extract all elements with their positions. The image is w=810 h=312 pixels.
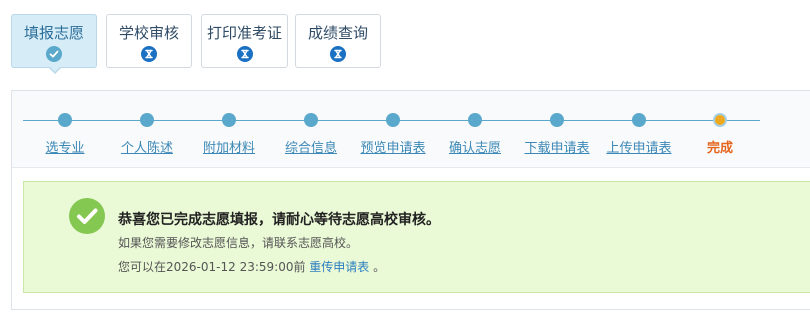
tab-score-query[interactable]: 成绩查询 [295,14,381,68]
hourglass-icon [141,46,157,62]
step-progress: 选专业 个人陈述 附加材料 综合信息 预览申请表 确认志愿 下载申请表 上传申请… [12,91,810,168]
deadline-value: 2026-01-12 23:59:00 [166,260,294,274]
step-dot [304,113,318,127]
step-label: 完成 [706,141,733,156]
contact-note: 如果您需要修改志愿信息，请联系志愿高校。 [118,236,359,250]
step-label: 确认志愿 [448,141,501,156]
step-confirm-choices[interactable]: 确认志愿 [430,91,520,167]
hourglass-icon [236,46,253,62]
deadline-mid: 前 [293,260,310,274]
step-complete: 完成 [675,91,765,167]
step-upload-application[interactable]: 上传申请表 [594,91,684,167]
step-dot [386,113,400,127]
success-message-box: 恭喜您已完成志愿填报，请耐心等待志愿高校审核。 如果您需要修改志愿信息，请联系志… [23,181,810,293]
hourglass-icon [330,46,346,62]
deadline-prefix: 您可以在 [118,260,167,274]
tab-label: 成绩查询 [307,24,368,42]
step-dot [550,113,564,127]
step-dot-current [713,113,727,127]
tab-print-admission-ticket[interactable]: 打印准考证 [201,14,288,68]
deadline-suffix: 。 [369,260,386,274]
step-additional-materials[interactable]: 附加材料 [184,91,274,167]
step-dot [58,113,72,127]
tab-label: 填报志愿 [23,24,84,42]
check-icon [46,46,62,62]
tab-school-review[interactable]: 学校审核 [106,14,192,68]
step-label: 下载申请表 [524,141,590,156]
step-label: 综合信息 [284,141,337,156]
step-label: 上传申请表 [606,141,672,156]
step-label: 选专业 [45,141,85,156]
tab-label: 打印准考证 [206,24,282,42]
step-dot [222,113,236,127]
success-title: 恭喜您已完成志愿填报，请耐心等待志愿高校审核。 [118,212,440,228]
tab-label: 学校审核 [118,24,179,42]
step-dot [468,113,482,127]
step-dot [632,113,646,127]
step-preview-application[interactable]: 预览申请表 [348,91,438,167]
step-personal-statement[interactable]: 个人陈述 [102,91,192,167]
step-label: 预览申请表 [360,141,426,156]
step-label: 个人陈述 [120,141,173,156]
application-panel: 选专业 个人陈述 附加材料 综合信息 预览申请表 确认志愿 下载申请表 上传申请… [11,90,810,310]
step-choose-major[interactable]: 选专业 [20,91,110,167]
step-download-application[interactable]: 下载申请表 [512,91,602,167]
tab-fill-application[interactable]: 填报志愿 [11,14,97,68]
active-tab-pointer [48,66,62,74]
step-general-info[interactable]: 综合信息 [266,91,356,167]
reupload-application-link[interactable]: 重传申请表 [309,260,369,274]
step-dot [140,113,154,127]
deadline-note: 您可以在2026-01-12 23:59:00前 重传申请表 。 [118,258,385,275]
step-label: 附加材料 [202,141,255,156]
success-check-icon [69,198,105,234]
